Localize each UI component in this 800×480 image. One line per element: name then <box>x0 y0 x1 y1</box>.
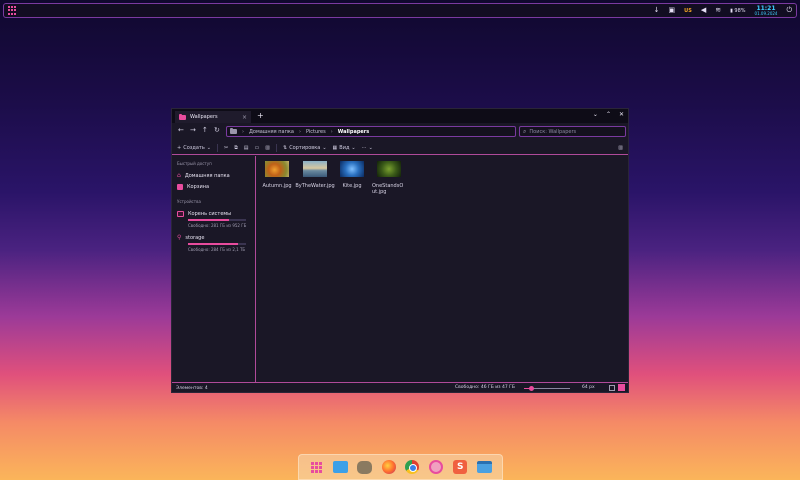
thumbnail-onestandsout <box>377 161 401 177</box>
chevron-down-icon: ⌄ <box>368 144 373 151</box>
dock: S <box>298 454 503 480</box>
root-usage-bar <box>188 219 246 221</box>
dock-gimp-icon[interactable] <box>357 460 373 475</box>
file-manager-window: Wallpapers × + ⌄ ⌃ ✕ ← → ↑ ↻ › Домашняя … <box>171 108 629 393</box>
root-usage-text: Свободно: 281 ГБ из 952 ГБ <box>188 223 247 228</box>
details-view-icon[interactable] <box>609 385 615 391</box>
thumbnail-kite <box>340 161 364 177</box>
navigation-bar: ← → ↑ ↻ › Домашняя папка › Pictures › Wa… <box>172 125 628 139</box>
breadcrumb-wallpapers[interactable]: Wallpapers <box>338 129 370 135</box>
clock-date: 01.09.2024 <box>754 10 778 16</box>
zoom-slider[interactable] <box>524 386 570 391</box>
more-icon: ⋯ <box>361 144 367 151</box>
sort-icon: ⇅ <box>282 144 288 151</box>
sidebar-item-root[interactable]: Корень системы <box>177 208 250 219</box>
file-name: OneStandsOut.jpg <box>372 183 404 195</box>
chevron-down-icon: ⌄ <box>351 144 356 151</box>
sidebar-item-trash[interactable]: Корзина <box>177 181 250 192</box>
quick-access-header: Быстрый доступ <box>177 161 212 166</box>
paste-icon[interactable]: ▤ <box>244 145 249 151</box>
thumbnail-autumn <box>265 161 289 177</box>
sidebar: Быстрый доступ ⌂ Домашняя папка Корзина … <box>172 156 256 382</box>
view-button[interactable]: ▦ Вид ⌄ <box>333 145 356 151</box>
dock-file-manager-icon[interactable] <box>476 460 492 475</box>
view-grid-icon: ▦ <box>332 144 338 151</box>
drive-icon <box>177 210 184 217</box>
up-arrow-icon[interactable]: ↑ <box>202 126 208 134</box>
file-name: Autumn.jpg <box>262 183 292 189</box>
folder-icon <box>179 113 186 120</box>
path-folder-icon <box>230 128 237 134</box>
forward-arrow-icon[interactable]: → <box>190 126 196 134</box>
tab-label: Wallpapers <box>190 114 218 120</box>
copy-icon[interactable]: ⧉ <box>234 145 238 151</box>
back-arrow-icon[interactable]: ← <box>178 126 184 134</box>
breadcrumb-home[interactable]: Домашняя папка <box>249 129 294 135</box>
dock-files-icon[interactable] <box>333 460 349 475</box>
power-icon[interactable]: ⏻ <box>786 6 792 15</box>
plus-icon: + <box>177 144 182 151</box>
titlebar: Wallpapers × + ⌄ ⌃ ✕ <box>172 109 628 123</box>
dock-s-app-icon[interactable]: S <box>453 460 468 475</box>
trash-icon <box>177 183 183 190</box>
download-icon[interactable]: ↓ <box>654 6 660 15</box>
file-item[interactable]: ByTheWater.jpg <box>295 161 335 189</box>
maximize-icon[interactable]: ⌃ <box>606 111 611 118</box>
toggle-sidebar-icon[interactable]: ▥ <box>618 145 623 151</box>
file-item[interactable]: OneStandsOut.jpg <box>368 161 410 195</box>
dock-chrome-icon[interactable] <box>405 460 420 475</box>
rename-icon[interactable]: ▭ <box>255 145 260 151</box>
zoom-label: 64 px <box>582 385 595 390</box>
volume-icon[interactable]: ◀ <box>701 6 706 15</box>
reload-icon[interactable]: ↻ <box>214 126 220 134</box>
file-name: ByTheWater.jpg <box>295 183 335 189</box>
file-view: Autumn.jpg ByTheWater.jpg Kite.jpg OneSt… <box>257 156 628 382</box>
storage-usage-bar <box>188 243 246 245</box>
battery-level: 98% <box>734 7 746 14</box>
sidebar-item-storage[interactable]: ⚲ storage <box>177 232 250 243</box>
icon-view-icon[interactable] <box>618 384 625 391</box>
file-name: Kite.jpg <box>342 183 362 189</box>
breadcrumb-pictures[interactable]: Pictures <box>306 129 326 135</box>
wifi-icon[interactable]: ≋ <box>715 6 721 15</box>
more-button[interactable]: ⋯ ⌄ <box>362 145 373 151</box>
clipboard-icon[interactable]: ▣ <box>669 6 676 15</box>
file-item[interactable]: Autumn.jpg <box>257 161 297 189</box>
battery-indicator[interactable]: ▮ 98% <box>730 8 745 14</box>
tab-wallpapers[interactable]: Wallpapers × <box>175 111 251 123</box>
window-menu-icon[interactable]: ⌄ <box>593 111 598 118</box>
keyboard-layout-indicator[interactable]: US <box>684 8 692 14</box>
item-count: Элементов: 4 <box>176 385 208 391</box>
dock-pink-app-icon[interactable] <box>429 460 444 475</box>
search-input[interactable] <box>529 128 620 135</box>
dock-firefox-icon[interactable] <box>381 460 396 475</box>
thumbnail-bythewater <box>303 161 327 177</box>
search-icon: ⌕ <box>523 127 527 135</box>
app-menu-icon[interactable] <box>8 6 17 15</box>
toolbar: + Создать ⌄ ✂ ⧉ ▤ ▭ ▥ ⇅ Сортировка ⌄ ▦ В… <box>172 141 628 155</box>
tab-close-icon[interactable]: × <box>242 114 247 121</box>
new-tab-button[interactable]: + <box>257 111 264 120</box>
dock-app-grid-icon[interactable] <box>309 460 324 475</box>
clock[interactable]: 11:21 01.09.2024 <box>754 5 778 16</box>
file-item[interactable]: Kite.jpg <box>332 161 372 189</box>
free-space: Свободно: 46 ГБ из 47 ГБ <box>455 385 515 390</box>
chevron-down-icon: ⌄ <box>206 144 211 151</box>
devices-header: Устройства <box>177 199 201 204</box>
sidebar-item-home[interactable]: ⌂ Домашняя папка <box>177 170 250 181</box>
top-panel: ↓ ▣ US ◀ ≋ ▮ 98% 11:21 01.09.2024 ⏻ <box>3 3 797 18</box>
status-bar: Элементов: 4 Свободно: 46 ГБ из 47 ГБ 64… <box>172 382 628 393</box>
search-box[interactable]: ⌕ <box>519 126 626 137</box>
sort-button[interactable]: ⇅ Сортировка ⌄ <box>283 145 327 151</box>
usb-icon: ⚲ <box>177 234 182 241</box>
home-icon: ⌂ <box>177 172 181 179</box>
zoom-slider-handle[interactable] <box>529 386 534 391</box>
delete-icon[interactable]: ▥ <box>265 145 270 151</box>
cut-icon[interactable]: ✂ <box>224 145 228 151</box>
breadcrumb[interactable]: › Домашняя папка › Pictures › Wallpapers <box>226 126 516 137</box>
close-icon[interactable]: ✕ <box>619 111 624 118</box>
storage-usage-text: Свободно: 284 ГБ из 2,1 ТБ <box>188 247 246 252</box>
chevron-down-icon: ⌄ <box>322 144 327 151</box>
create-button[interactable]: + Создать ⌄ <box>177 145 211 151</box>
